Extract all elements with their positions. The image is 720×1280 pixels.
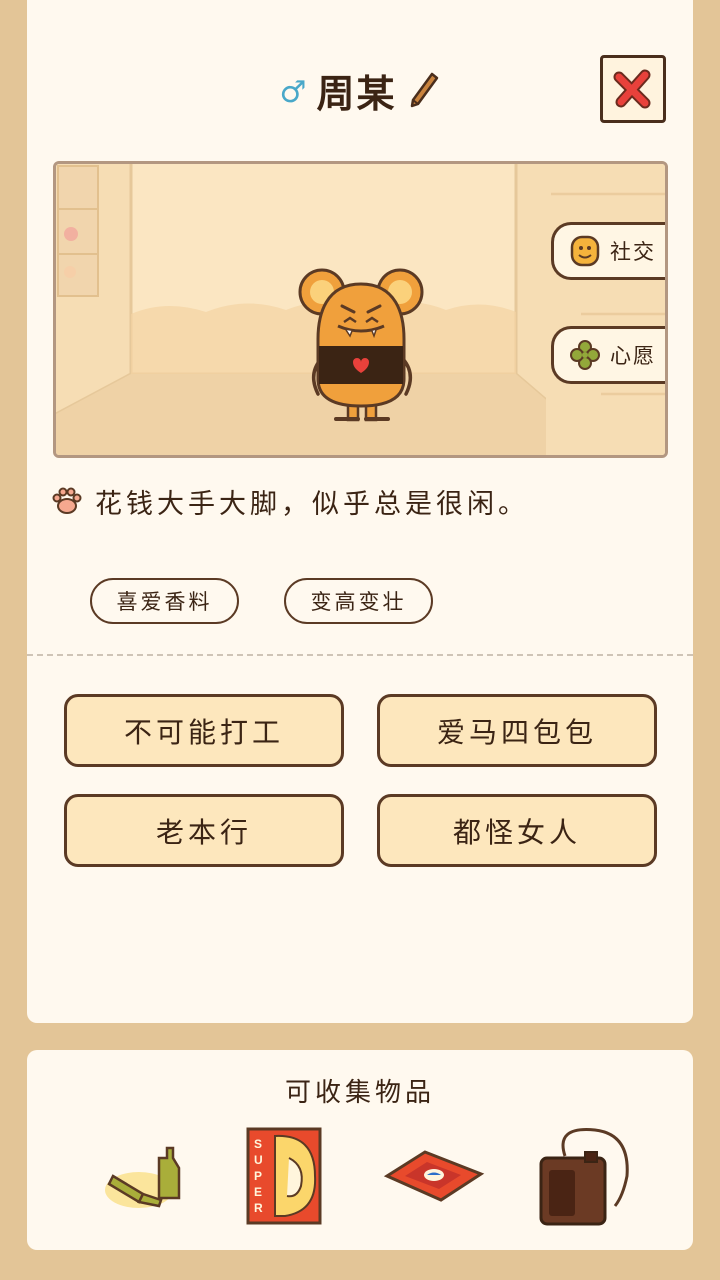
description-row: 花钱大手大脚，似乎总是很闲。 [51, 478, 671, 524]
social-icon [570, 235, 600, 267]
bag-icon[interactable] [535, 1126, 635, 1236]
male-icon: ♂ [279, 75, 307, 110]
action-button[interactable]: 老本行 [64, 794, 344, 867]
collectibles-title: 可收集物品 [284, 1078, 435, 1108]
action-button[interactable]: 都怪女人 [377, 794, 657, 867]
svg-text:U: U [254, 1153, 263, 1167]
wish-label: 心愿 [610, 344, 656, 368]
wish-button[interactable]: 心愿 [551, 326, 665, 384]
close-button[interactable] [600, 55, 666, 123]
super-poster-icon[interactable]: SUPER [245, 1126, 325, 1226]
svg-text:R: R [254, 1201, 263, 1215]
paw-icon [52, 487, 82, 514]
trait-tag[interactable]: 喜爱香料 [90, 578, 239, 624]
character-card: ♂ 周某 社交 心愿 花钱大手大脚，似乎总是很闲。 喜爱香料 变高变壮 不可能打… [27, 0, 693, 1023]
rug-icon[interactable] [383, 1146, 485, 1206]
description-text: 花钱大手大脚，似乎总是很闲。 [95, 488, 529, 520]
social-button[interactable]: 社交 [551, 222, 665, 280]
title-row: ♂ 周某 [27, 58, 693, 122]
bottles-icon[interactable] [103, 1138, 193, 1218]
clover-icon [570, 340, 600, 370]
collectibles-card: 可收集物品 SUPER [27, 1050, 693, 1250]
pencil-icon[interactable] [406, 70, 440, 110]
trait-tag[interactable]: 变高变壮 [284, 578, 433, 624]
action-button[interactable]: 爱马四包包 [377, 694, 657, 767]
svg-text:P: P [254, 1169, 262, 1183]
action-button[interactable]: 不可能打工 [64, 694, 344, 767]
character-name: 周某 [316, 71, 397, 116]
close-x-icon [613, 69, 651, 109]
dashed-divider [27, 654, 693, 656]
social-label: 社交 [610, 240, 656, 264]
svg-text:S: S [254, 1137, 262, 1151]
character-avatar[interactable] [296, 264, 426, 429]
svg-text:E: E [254, 1185, 262, 1199]
character-scene: 社交 心愿 [53, 161, 668, 458]
